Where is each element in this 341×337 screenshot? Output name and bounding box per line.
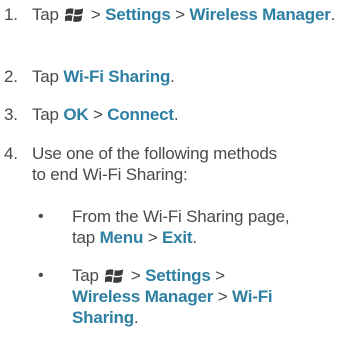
settings-link: Settings [145,266,211,285]
exit-link: Exit [161,228,193,247]
menu-link: Menu [99,228,144,247]
ok-link: OK [63,105,89,124]
step-text: Use one of the following methods to end … [32,144,277,184]
step-number: 4. [4,144,18,163]
instruction-list: 1. Tap > Settings > Wireless Manager. 2.… [0,0,341,337]
settings-link: Settings [105,5,171,24]
method-text: From the Wi-Fi Sharing page, tap Menu > … [72,207,290,247]
step-text: Tap > Settings > Wireless Manager. [32,5,336,24]
wifi-link: Wi-Fi [232,287,273,306]
step-number: 1. [4,5,18,24]
step-text: Tap Wi-Fi Sharing. [32,67,175,86]
sharing-link: Sharing [72,308,134,327]
wifi-sharing-link: Wi-Fi Sharing [63,67,171,86]
bullet: • [38,267,44,284]
windows-start-icon [105,269,124,283]
connect-link: Connect [107,105,174,124]
step-number: 3. [4,105,18,124]
method-text: Tap > Settings > Wireless Manager > Wi-F… [72,266,273,327]
step-number: 2. [4,67,18,86]
wireless-manager-link: Wireless Manager [72,287,214,306]
windows-start-icon [65,8,84,22]
step-text: Tap OK > Connect. [32,105,179,124]
wireless-manager-link: Wireless Manager [189,5,331,24]
bullet: • [38,208,44,225]
